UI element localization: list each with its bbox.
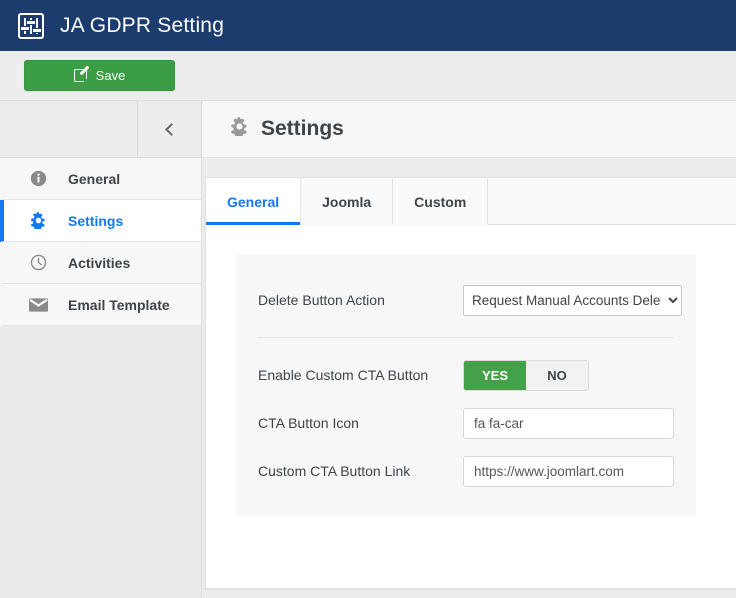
cta-button-icon-input[interactable] bbox=[463, 408, 674, 439]
field-enable-custom-cta: Enable Custom CTA Button YES NO bbox=[236, 352, 696, 398]
general-settings-form: Delete Button Action Request Manual Acco… bbox=[236, 255, 696, 516]
form-area: Delete Button Action Request Manual Acco… bbox=[206, 225, 736, 516]
toolbar: Save bbox=[0, 51, 736, 101]
tab-label: Joomla bbox=[322, 194, 371, 210]
sidebar-item-label: General bbox=[68, 171, 120, 187]
info-circle-icon bbox=[28, 170, 48, 187]
sidebar-item-label: Activities bbox=[68, 255, 130, 271]
sidebar-item-label: Email Template bbox=[68, 297, 170, 313]
tab-custom[interactable]: Custom bbox=[393, 178, 488, 225]
sidebar: General Settings Activities Email Templa… bbox=[0, 101, 202, 598]
sidebar-empty-space bbox=[0, 326, 201, 598]
save-button-label: Save bbox=[96, 68, 126, 83]
page-body: General Settings Activities Email Templa… bbox=[0, 101, 736, 598]
edit-pencil-square-icon bbox=[74, 69, 87, 82]
sidebar-item-email-template[interactable]: Email Template bbox=[0, 284, 201, 326]
tab-general[interactable]: General bbox=[206, 178, 301, 225]
sidebar-item-settings[interactable]: Settings bbox=[0, 200, 201, 242]
clock-icon bbox=[28, 254, 48, 271]
settings-panel: General Joomla Custom Delete Button Acti… bbox=[205, 177, 736, 589]
field-cta-button-icon: CTA Button Icon bbox=[236, 400, 696, 446]
tab-bar: General Joomla Custom bbox=[206, 178, 736, 225]
field-label: Enable Custom CTA Button bbox=[258, 367, 463, 383]
tab-label: General bbox=[227, 194, 279, 210]
toggle-yes-option[interactable]: YES bbox=[464, 361, 526, 390]
save-button[interactable]: Save bbox=[24, 60, 175, 91]
field-label: Delete Button Action bbox=[258, 292, 463, 308]
page-header: Settings bbox=[202, 101, 736, 158]
main-content: Settings General Joomla Custom bbox=[202, 101, 736, 598]
custom-cta-link-input[interactable] bbox=[463, 456, 674, 487]
sidebar-item-general[interactable]: General bbox=[0, 158, 201, 200]
sidebar-item-label: Settings bbox=[68, 213, 123, 229]
app-title: JA GDPR Setting bbox=[60, 14, 224, 38]
sidebar-item-activities[interactable]: Activities bbox=[0, 242, 201, 284]
panel-wrapper: General Joomla Custom Delete Button Acti… bbox=[202, 158, 736, 598]
tab-joomla[interactable]: Joomla bbox=[301, 178, 393, 225]
sliders-icon bbox=[18, 13, 44, 39]
chevron-left-icon bbox=[165, 123, 178, 136]
tab-bar-filler bbox=[488, 178, 736, 224]
sidebar-header bbox=[0, 101, 201, 158]
enable-custom-cta-toggle[interactable]: YES NO bbox=[463, 360, 589, 391]
envelope-icon bbox=[28, 298, 48, 312]
gear-icon bbox=[28, 212, 48, 229]
page-title: Settings bbox=[261, 117, 344, 141]
field-delete-button-action: Delete Button Action Request Manual Acco… bbox=[236, 277, 696, 323]
gear-icon bbox=[230, 117, 249, 141]
field-label: Custom CTA Button Link bbox=[258, 463, 463, 479]
form-divider bbox=[258, 337, 674, 338]
app-header: JA GDPR Setting bbox=[0, 0, 736, 51]
field-custom-cta-link: Custom CTA Button Link bbox=[236, 448, 696, 494]
delete-button-action-select[interactable]: Request Manual Accounts Delet bbox=[463, 285, 682, 316]
tab-label: Custom bbox=[414, 194, 466, 210]
toggle-no-option[interactable]: NO bbox=[526, 361, 588, 390]
field-label: CTA Button Icon bbox=[258, 415, 463, 431]
sidebar-collapse-button[interactable] bbox=[137, 101, 201, 157]
